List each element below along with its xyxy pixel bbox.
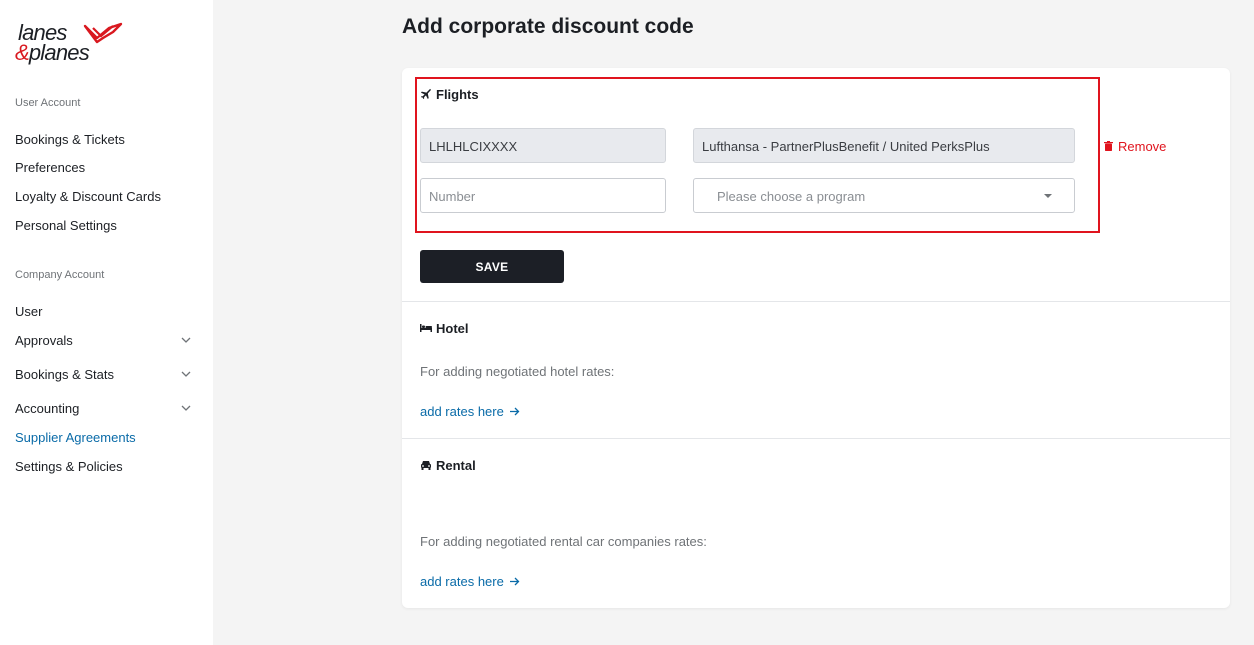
sidebar-item-personal-settings[interactable]: Personal Settings <box>15 218 195 233</box>
chevron-down-icon <box>181 371 191 377</box>
chevron-down-icon <box>181 405 191 411</box>
rental-add-rates-link[interactable]: add rates here <box>420 574 520 589</box>
sidebar-item-settings-policies[interactable]: Settings & Policies <box>15 459 195 474</box>
sidebar-item-accounting[interactable]: Accounting <box>15 401 195 416</box>
car-icon <box>420 458 432 473</box>
sidebar-item-label: Accounting <box>15 401 80 416</box>
section-divider <box>402 438 1230 439</box>
sidebar-item-bookings-tickets[interactable]: Bookings & Tickets <box>15 132 195 147</box>
arrow-right-icon <box>509 574 520 589</box>
sidebar-item-approvals[interactable]: Approvals <box>15 333 195 348</box>
program-select[interactable]: Please choose a program <box>693 178 1075 213</box>
hotel-description: For adding negotiated hotel rates: <box>420 364 615 379</box>
section-divider <box>402 301 1230 302</box>
remove-label: Remove <box>1118 139 1167 154</box>
hotel-section-heading: Hotel <box>420 321 469 336</box>
logo-wings-icon <box>83 22 123 44</box>
logo-text-planes: &planes <box>15 40 90 65</box>
chevron-down-icon <box>181 337 191 343</box>
bed-icon <box>420 321 432 336</box>
rental-heading-label: Rental <box>436 458 476 473</box>
rental-section-heading: Rental <box>420 458 476 473</box>
sidebar-item-user[interactable]: User <box>15 304 195 319</box>
sidebar-item-label: Bookings & Stats <box>15 367 114 382</box>
arrow-right-icon <box>509 404 520 419</box>
program-select-placeholder: Please choose a program <box>717 189 866 204</box>
caret-down-icon <box>1044 194 1052 198</box>
discount-code-field[interactable]: LHLHLCIXXXX <box>420 128 666 163</box>
hotel-heading-label: Hotel <box>436 321 469 336</box>
user-account-section-label: User Account <box>15 97 81 109</box>
save-button[interactable]: SAVE <box>420 250 564 283</box>
program-field[interactable]: Lufthansa - PartnerPlusBenefit / United … <box>693 128 1075 163</box>
sidebar-item-supplier-agreements[interactable]: Supplier Agreements <box>15 430 195 445</box>
lanes-and-planes-logo[interactable]: lanes &planes <box>15 20 130 70</box>
company-account-section-label: Company Account <box>15 269 105 281</box>
airplane-icon <box>420 87 432 102</box>
hotel-link-label: add rates here <box>420 404 504 419</box>
flights-heading-label: Flights <box>436 87 479 102</box>
sidebar-item-bookings-stats[interactable]: Bookings & Stats <box>15 367 195 382</box>
sidebar-item-preferences[interactable]: Preferences <box>15 160 195 175</box>
rental-link-label: add rates here <box>420 574 504 589</box>
sidebar: lanes &planes User Account Bookings & Ti… <box>0 0 213 645</box>
remove-button[interactable]: Remove <box>1104 139 1166 154</box>
sidebar-item-label: Approvals <box>15 333 73 348</box>
sidebar-item-loyalty-discount-cards[interactable]: Loyalty & Discount Cards <box>15 189 195 204</box>
page-title: Add corporate discount code <box>402 15 694 38</box>
trash-icon <box>1104 139 1114 154</box>
rental-description: For adding negotiated rental car compani… <box>420 534 707 549</box>
hotel-add-rates-link[interactable]: add rates here <box>420 404 520 419</box>
number-input[interactable]: Number <box>420 178 666 213</box>
flights-section-heading: Flights <box>420 87 479 102</box>
